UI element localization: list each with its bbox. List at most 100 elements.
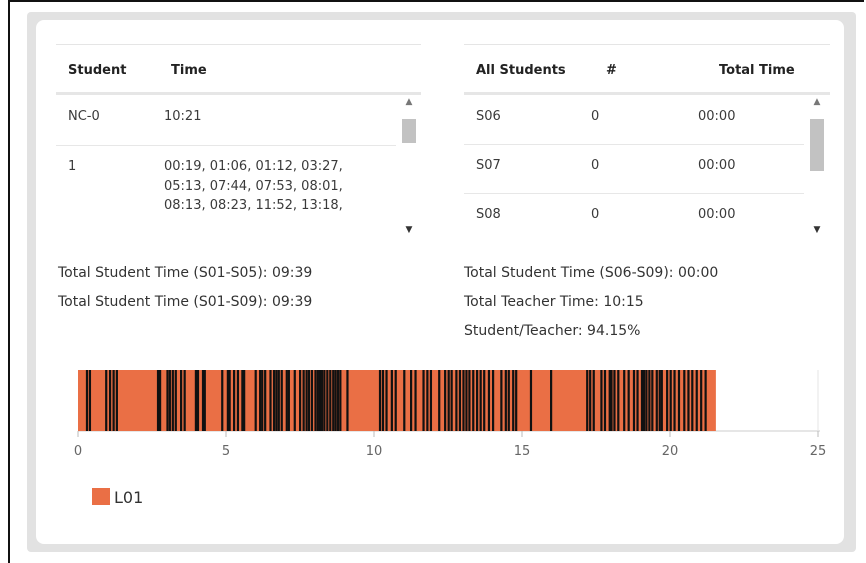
event-marker [645, 370, 648, 431]
event-marker [196, 370, 200, 431]
x-tick-label: 10 [366, 444, 383, 459]
event-marker [339, 370, 342, 431]
event-marker [476, 370, 479, 431]
event-marker [610, 370, 613, 431]
event-marker [108, 370, 112, 431]
event-marker [171, 370, 174, 431]
event-marker [677, 370, 681, 431]
event-marker [700, 370, 703, 431]
event-marker [660, 370, 663, 431]
event-marker [275, 370, 278, 431]
event-marker [318, 370, 322, 431]
event-marker [390, 370, 393, 431]
event-marker [642, 370, 646, 431]
event-marker [221, 370, 224, 431]
event-marker [500, 370, 503, 431]
event-marker [648, 370, 651, 431]
timeline-chart: 0 5 10 15 20 25 [74, 370, 827, 459]
event-marker [550, 370, 553, 431]
event-marker [264, 370, 267, 431]
event-marker [346, 370, 349, 431]
event-marker [302, 370, 305, 431]
event-marker [285, 370, 288, 431]
event-marker [299, 370, 302, 431]
event-marker [438, 370, 441, 431]
event-marker [305, 370, 308, 431]
x-tick-label: 25 [810, 444, 827, 459]
event-marker [617, 370, 620, 431]
event-marker [651, 370, 654, 431]
event-marker [378, 370, 382, 431]
event-marker [592, 370, 595, 431]
x-tick-label: 5 [222, 444, 230, 459]
event-marker [586, 370, 589, 431]
event-marker [293, 370, 296, 431]
event-marker [465, 370, 468, 431]
event-marker [655, 370, 658, 431]
event-marker [515, 370, 518, 431]
event-marker [429, 370, 433, 431]
event-marker [468, 370, 471, 431]
event-marker [254, 370, 257, 431]
event-marker [422, 370, 425, 431]
event-marker [394, 370, 397, 431]
legend-label-l01: L01 [114, 488, 144, 507]
event-marker [332, 370, 335, 431]
event-marker [261, 370, 264, 431]
event-marker [444, 370, 447, 431]
event-marker [673, 370, 676, 431]
event-marker [232, 370, 236, 431]
event-marker [410, 370, 413, 431]
event-marker [174, 370, 177, 431]
event-marker [683, 370, 686, 431]
event-marker [447, 370, 450, 431]
event-marker [479, 370, 482, 431]
event-marker [487, 370, 491, 431]
event-marker [334, 370, 337, 431]
event-marker [491, 370, 495, 431]
event-marker [329, 370, 332, 431]
event-marker [695, 370, 698, 431]
event-marker [603, 370, 607, 431]
event-marker [183, 370, 186, 431]
event-marker [277, 370, 280, 431]
event-marker [627, 370, 630, 431]
chart-legend: L01 [92, 488, 143, 507]
event-marker [326, 370, 329, 431]
event-marker [314, 370, 317, 431]
event-marker [691, 370, 694, 431]
event-marker [259, 370, 262, 431]
event-marker [381, 370, 385, 431]
event-marker [236, 370, 240, 431]
event-marker [483, 370, 486, 431]
event-marker [669, 370, 672, 431]
event-marker [455, 370, 458, 431]
event-marker [287, 370, 290, 431]
event-marker [385, 370, 388, 431]
event-marker [426, 370, 429, 431]
event-marker [105, 370, 108, 431]
event-marker [636, 370, 639, 431]
event-marker [507, 370, 510, 431]
event-marker [512, 370, 515, 431]
event-marker [316, 370, 319, 431]
event-marker [85, 370, 89, 431]
event-marker [704, 370, 707, 431]
event-marker [462, 370, 465, 431]
event-marker [687, 370, 690, 431]
event-marker [623, 370, 626, 431]
event-marker [112, 370, 115, 431]
event-marker [269, 370, 272, 431]
x-tick-label: 15 [514, 444, 531, 459]
event-marker [166, 370, 169, 431]
event-marker [666, 370, 669, 431]
event-marker [88, 370, 92, 431]
event-marker [458, 370, 462, 431]
legend-swatch-l01 [92, 488, 110, 505]
event-marker [156, 370, 160, 431]
event-marker [600, 370, 603, 431]
event-marker [529, 370, 533, 431]
event-marker [243, 370, 246, 431]
event-marker [414, 370, 417, 431]
event-marker [115, 370, 118, 431]
